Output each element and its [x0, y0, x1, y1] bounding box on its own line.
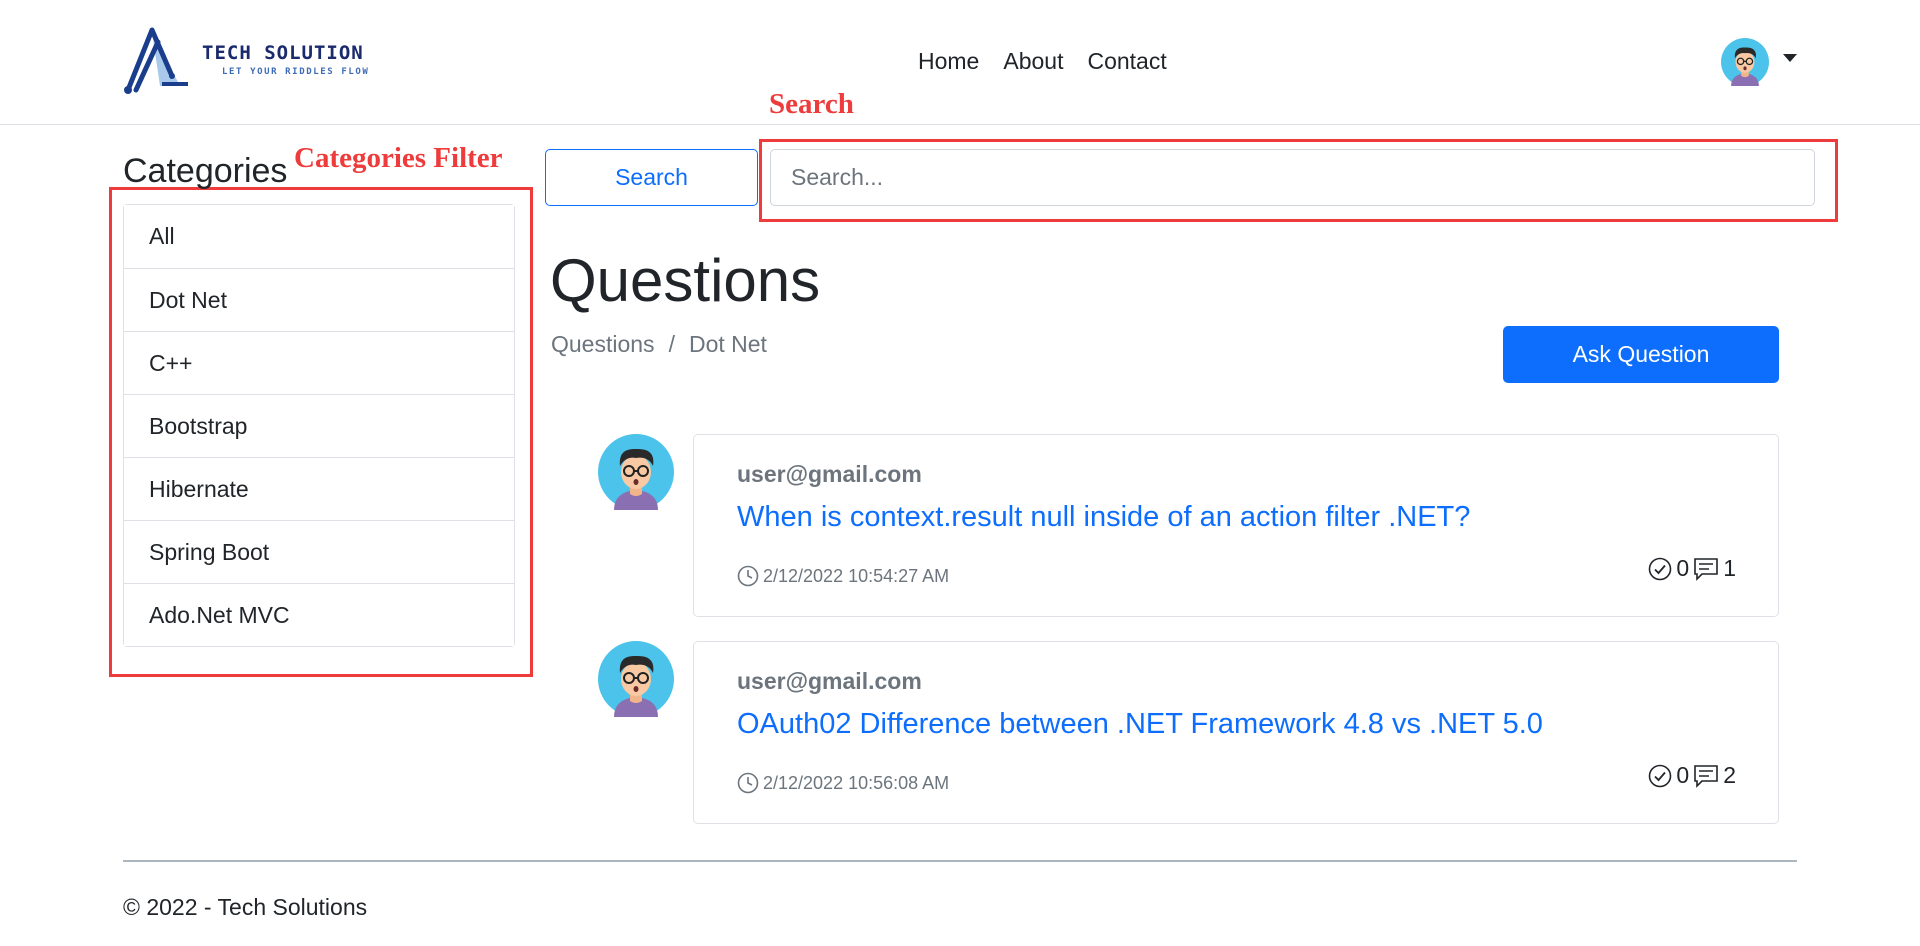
comment-icon: [1694, 764, 1719, 788]
category-item-spring-boot[interactable]: Spring Boot: [124, 520, 514, 583]
chevron-down-icon: [1783, 54, 1797, 62]
question-card: user@gmail.com When is context.result nu…: [693, 434, 1779, 617]
question-card: user@gmail.com OAuth02 Difference betwee…: [693, 641, 1779, 824]
footer-divider: [123, 860, 1797, 862]
avatar: [598, 641, 674, 717]
search-annotation-label: Search: [769, 88, 854, 120]
nav-contact-link[interactable]: Contact: [1087, 48, 1166, 75]
footer-copyright: © 2022 - Tech Solutions: [123, 894, 368, 920]
breadcrumb: Questions / Dot Net: [551, 331, 767, 358]
question-date-text: 2/12/2022 10:54:27 AM: [763, 565, 950, 586]
logo-mark-icon: [124, 27, 188, 94]
question-title-link[interactable]: When is context.result null inside of an…: [737, 501, 1470, 534]
nav-home-link[interactable]: Home: [918, 48, 979, 75]
question-author: user@gmail.com: [737, 668, 922, 694]
breadcrumb-root[interactable]: Questions: [551, 331, 655, 358]
categories-list: All Dot Net C++ Bootstrap Hibernate Spri…: [123, 204, 515, 647]
question-stats: 0 1: [1648, 555, 1736, 582]
category-item-dot-net[interactable]: Dot Net: [124, 268, 514, 331]
question-date: 2/12/2022 10:56:08 AM: [737, 772, 949, 794]
breadcrumb-separator: /: [668, 331, 675, 357]
search-input[interactable]: [770, 149, 1815, 206]
brand-logo[interactable]: TECH SOLUTION LET YOUR RIDDLES FLOW: [122, 26, 372, 96]
comment-icon: [1694, 557, 1719, 581]
answer-count: 2: [1723, 762, 1736, 788]
top-navbar: TECH SOLUTION LET YOUR RIDDLES FLOW Home…: [0, 0, 1920, 125]
check-circle-icon: [1649, 557, 1672, 580]
clock-icon: [737, 565, 759, 587]
profile-menu-toggle[interactable]: [1721, 38, 1797, 86]
answer-count: 1: [1723, 555, 1736, 581]
clock-icon: [737, 772, 759, 794]
question-date: 2/12/2022 10:54:27 AM: [737, 565, 949, 587]
logo-title: TECH SOLUTION: [202, 42, 364, 64]
search-button[interactable]: Search: [545, 149, 758, 206]
nav-about-link[interactable]: About: [1003, 48, 1063, 75]
ask-question-button[interactable]: Ask Question: [1503, 326, 1779, 383]
question-stats: 0 2: [1648, 762, 1736, 789]
categories-annotation-label: Categories Filter: [294, 142, 503, 174]
avatar: [598, 434, 674, 510]
question-title-link[interactable]: OAuth02 Difference between .NET Framewor…: [737, 708, 1543, 741]
category-item-hibernate[interactable]: Hibernate: [124, 457, 514, 520]
logo-subtitle: LET YOUR RIDDLES FLOW: [222, 67, 370, 77]
category-item-cpp[interactable]: C++: [124, 331, 514, 394]
category-item-all[interactable]: All: [124, 205, 514, 268]
accepted-count: 0: [1676, 762, 1690, 788]
categories-heading: Categories: [123, 152, 288, 190]
question-author: user@gmail.com: [737, 461, 922, 487]
avatar: [1721, 38, 1769, 86]
category-item-ado-net-mvc[interactable]: Ado.Net MVC: [124, 583, 514, 646]
category-item-bootstrap[interactable]: Bootstrap: [124, 394, 514, 457]
accepted-count: 0: [1676, 555, 1690, 581]
main-nav: Home About Contact: [918, 48, 1167, 75]
question-date-text: 2/12/2022 10:56:08 AM: [763, 772, 950, 793]
breadcrumb-current: Dot Net: [688, 331, 767, 357]
check-circle-icon: [1649, 764, 1672, 787]
page-title: Questions: [550, 247, 821, 314]
